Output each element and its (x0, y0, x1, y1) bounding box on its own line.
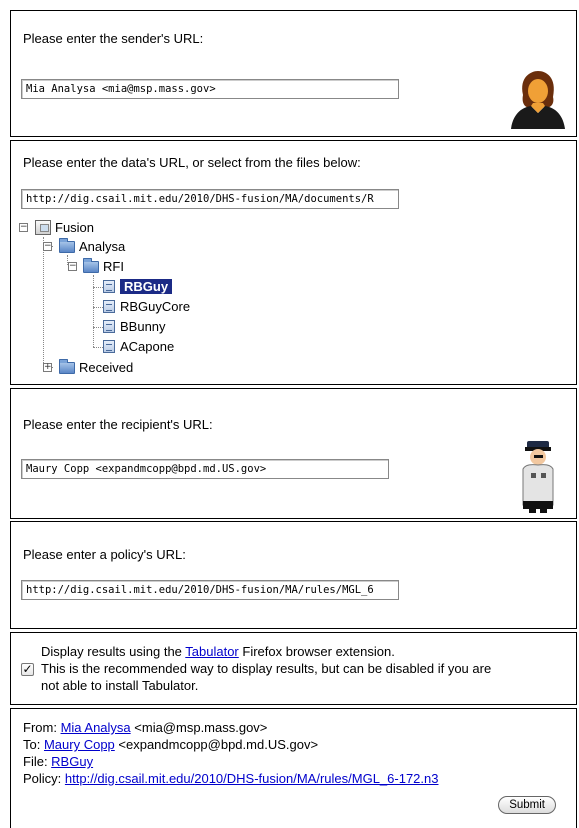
tabulator-panel: Display results using the Tabulator Fire… (10, 632, 577, 705)
sender-panel: Please enter the sender's URL: Mia Analy… (10, 10, 577, 137)
tree-label-acapone: ACapone (120, 339, 175, 354)
recipient-panel: Please enter the recipient's URL: Maury … (10, 388, 577, 519)
policy-link[interactable]: http://dig.csail.mit.edu/2010/DHS-fusion… (65, 771, 439, 786)
sender-url-input[interactable]: Mia Analysa <mia@msp.mass.gov> (21, 79, 399, 99)
tree-label-rbguycore: RBGuyCore (120, 299, 191, 314)
tree-label-rbguy: RBGuy (120, 279, 173, 294)
tabulator-link[interactable]: Tabulator (185, 644, 238, 659)
tree-label-analysa: Analysa (79, 239, 126, 254)
to-label: To: (23, 737, 44, 752)
recipient-label: Please enter the recipient's URL: (23, 417, 213, 432)
policy-url-input[interactable]: http://dig.csail.mit.edu/2010/DHS-fusion… (21, 580, 399, 600)
tree-label-bbunny: BBunny (120, 319, 166, 334)
tree-file-bbunny[interactable]: BBunny (103, 318, 166, 336)
tabulator-line2: This is the recommended way to display r… (41, 661, 492, 676)
tree-file-acapone[interactable]: ACapone (103, 338, 174, 356)
tree-label-fusion: Fusion (55, 220, 95, 235)
to-link[interactable]: Maury Copp (44, 737, 115, 752)
expand-received-toggle[interactable]: + (43, 363, 52, 372)
tabulator-text-before: Display results using the (41, 644, 186, 659)
tree-node-rfi[interactable]: RFI (83, 258, 124, 276)
collapse-analysa-toggle[interactable]: − (43, 242, 52, 251)
data-url-input[interactable]: http://dig.csail.mit.edu/2010/DHS-fusion… (21, 189, 399, 209)
tabulator-checkbox[interactable]: ✓ (21, 663, 34, 676)
file-link[interactable]: RBGuy (51, 754, 93, 769)
collapse-fusion-toggle[interactable]: − (19, 223, 28, 232)
tree-node-analysa[interactable]: Analysa (59, 238, 125, 256)
tabulator-text-after: Firefox browser extension. (238, 644, 395, 659)
tree-node-received[interactable]: Received (59, 359, 133, 377)
tree-label-rfi: RFI (103, 259, 124, 274)
document-icon (103, 300, 115, 313)
tabulator-line3: not able to install Tabulator. (41, 678, 199, 693)
from-label: From: (23, 720, 61, 735)
collapse-rfi-toggle[interactable]: − (68, 262, 77, 271)
folder-icon (83, 258, 99, 273)
folder-icon (59, 238, 75, 253)
data-label: Please enter the data's URL, or select f… (23, 155, 361, 170)
policy-panel: Please enter a policy's URL: http://dig.… (10, 521, 577, 629)
sender-label: Please enter the sender's URL: (23, 31, 204, 46)
police-officer-icon (522, 441, 554, 513)
submit-button[interactable]: Submit (498, 796, 556, 814)
policy-summary-label: Policy: (23, 771, 65, 786)
fusion-folder-icon (35, 220, 51, 235)
summary-panel: From: Mia Analysa <mia@msp.mass.gov> To:… (10, 708, 577, 828)
tree-node-fusion[interactable]: Fusion (35, 219, 94, 237)
to-email: <expandmcopp@bpd.md.US.gov> (114, 737, 319, 752)
from-link[interactable]: Mia Analysa (61, 720, 131, 735)
tree-file-rbguy[interactable]: RBGuy (103, 278, 173, 296)
female-user-icon (511, 71, 565, 129)
folder-icon (59, 359, 75, 374)
data-panel: Please enter the data's URL, or select f… (10, 140, 577, 385)
recipient-url-input[interactable]: Maury Copp <expandmcopp@bpd.md.US.gov> (21, 459, 389, 479)
policy-label: Please enter a policy's URL: (23, 547, 186, 562)
document-icon (103, 340, 115, 353)
tree-label-received: Received (79, 360, 134, 375)
document-icon (103, 280, 115, 293)
document-icon (103, 320, 115, 333)
tree-file-rbguycore[interactable]: RBGuyCore (103, 298, 190, 316)
file-label: File: (23, 754, 52, 769)
from-email: <mia@msp.mass.gov> (130, 720, 268, 735)
